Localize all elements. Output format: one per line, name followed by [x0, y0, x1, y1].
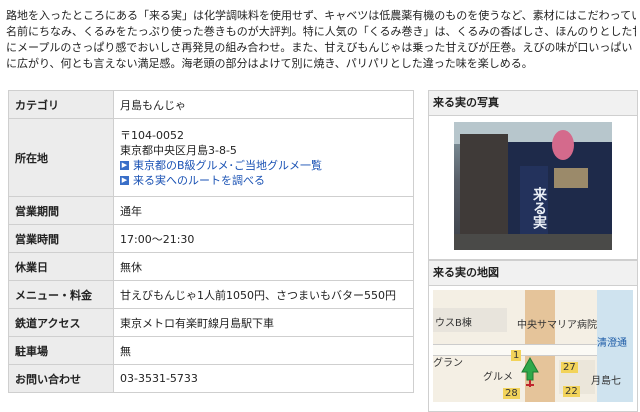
intro-line: 路地を入ったところにある「来る実」は化学調味料を使用せず、キャベツは低農薬有機の… [6, 9, 636, 22]
map-label: グラン [433, 358, 463, 369]
map-title: 来る実の地図 [429, 261, 637, 286]
holiday-value: 無休 [113, 252, 414, 281]
contact-value: 03-3531-5733 [113, 364, 414, 393]
intro-line: にメープルのさっぱり感でおいしさ再発見の組み合わせ。また、甘えびもんじゃは乗った… [6, 41, 633, 54]
photo-box: 来る実の写真 来る実 [428, 90, 638, 260]
category-value: 月島もんじゃ [113, 90, 414, 119]
photo-street [454, 234, 612, 250]
row-holiday: 休業日 無休 [8, 252, 414, 281]
restaurant-photo[interactable]: 来る実 [454, 122, 612, 250]
contact-label: お問い合わせ [8, 364, 114, 393]
street-address: 東京都中央区月島3-8-5 [120, 143, 237, 157]
postal-code: 〒104-0052 [120, 128, 184, 142]
map-box: 来る実の地図 ウスB棟 中央サマリア病院 清澄通 グラン グルメ 月島七 27 … [428, 260, 638, 412]
map-label: ウスB棟 [435, 318, 472, 329]
intro-line: 名前にちなみ、くるみをたっぷり使った巻きものが大評判。特に人気の「くるみ巻き」は… [6, 25, 636, 38]
menu-label: メニュー・料金 [8, 280, 114, 309]
photo-noren [554, 168, 588, 188]
photo-lantern [552, 130, 574, 160]
arrow-icon: ▶ [120, 176, 129, 185]
photo-title: 来る実の写真 [429, 91, 637, 116]
holiday-label: 休業日 [8, 252, 114, 281]
intro-text: 路地を入ったところにある「来る実」は化学調味料を使用せず、キャベツは低農薬有機の… [6, 8, 636, 72]
row-menu: メニュー・料金 甘えびもんじゃ1人前1050円、さつまいもバター550円 [8, 280, 414, 309]
hours-label: 営業時間 [8, 224, 114, 253]
hours-value: 17:00～21:30 [113, 224, 414, 253]
map-label: 22 [563, 386, 580, 397]
map-label: 清澄通 [597, 338, 627, 349]
info-table: カテゴリ 月島もんじゃ 所在地 〒104-0052 東京都中央区月島3-8-5 … [8, 90, 414, 393]
row-address: 所在地 〒104-0052 東京都中央区月島3-8-5 ▶ 東京都のB級グルメ･ご… [8, 118, 414, 197]
intro-line: に広がり、何とも言えない満足感。海老頭の部分はよけて別に焼き、パリパリとした違っ… [6, 57, 533, 70]
access-value: 東京メトロ有楽町線月島駅下車 [113, 308, 414, 337]
row-category: カテゴリ 月島もんじゃ [8, 90, 414, 119]
gourmet-list-link-text[interactable]: 東京都のB級グルメ･ご当地グルメ一覧 [133, 159, 322, 172]
row-access: 鉄道アクセス 東京メトロ有楽町線月島駅下車 [8, 308, 414, 337]
parking-value: 無 [113, 336, 414, 365]
category-label: カテゴリ [8, 90, 114, 119]
row-hours: 営業時間 17:00～21:30 [8, 224, 414, 253]
arrow-icon: ▶ [120, 161, 129, 170]
map-label: グルメ [483, 372, 513, 383]
route-link[interactable]: ▶ 来る実へのルートを調べる [120, 173, 407, 188]
map-label: 27 [561, 362, 578, 373]
row-period: 営業期間 通年 [8, 196, 414, 225]
period-label: 営業期間 [8, 196, 114, 225]
area-map[interactable]: ウスB棟 中央サマリア病院 清澄通 グラン グルメ 月島七 27 28 22 1 [433, 290, 633, 402]
access-label: 鉄道アクセス [8, 308, 114, 337]
row-parking: 駐車場 無 [8, 336, 414, 365]
menu-value: 甘えびもんじゃ1人前1050円、さつまいもバター550円 [113, 280, 414, 309]
map-label: 28 [503, 388, 520, 399]
address-label: 所在地 [8, 118, 114, 197]
map-pin-icon[interactable] [521, 356, 539, 388]
route-link-text[interactable]: 来る実へのルートを調べる [133, 174, 265, 187]
map-label: 月島七 [591, 376, 621, 387]
map-label: 中央サマリア病院 [517, 320, 597, 331]
gourmet-list-link[interactable]: ▶ 東京都のB級グルメ･ご当地グルメ一覧 [120, 158, 407, 173]
address-value: 〒104-0052 東京都中央区月島3-8-5 ▶ 東京都のB級グルメ･ご当地グル… [113, 118, 414, 197]
row-contact: お問い合わせ 03-3531-5733 [8, 364, 414, 393]
parking-label: 駐車場 [8, 336, 114, 365]
photo-left-building [460, 134, 508, 250]
map-label: 1 [511, 350, 522, 361]
period-value: 通年 [113, 196, 414, 225]
